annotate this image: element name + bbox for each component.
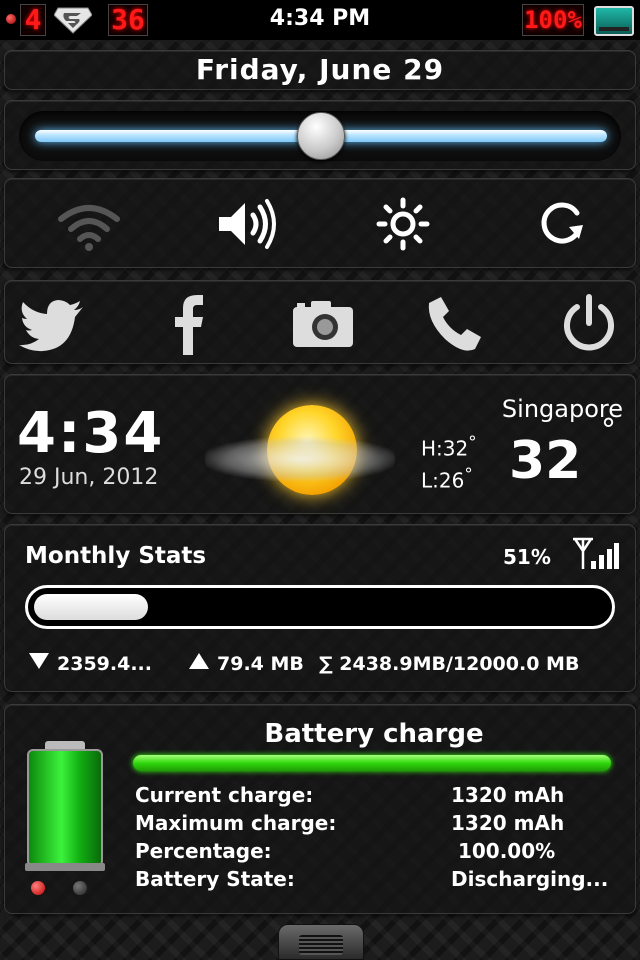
battery-widget: Battery charge Current charge: 1320 mAh …: [4, 704, 636, 914]
battery-row-value: 1320 mAh: [451, 811, 565, 835]
facebook-icon[interactable]: [147, 289, 227, 359]
led-battery-readout: 100%: [522, 4, 584, 36]
wifi-icon[interactable]: [49, 189, 129, 259]
clock-weather-widget[interactable]: 4:34 29 Jun, 2012 Singapore H:32° L:26° …: [4, 374, 636, 514]
total-stat: ∑ 2438.9MB/12000.0 MB: [319, 653, 580, 675]
weather-current-temp: 32: [509, 431, 582, 491]
slider-groove: [19, 111, 621, 161]
volume-icon[interactable]: [205, 189, 285, 259]
brightness-icon[interactable]: [363, 189, 443, 259]
monthly-stats-widget: Monthly Stats 51% 2359.4... 79.4 MB ∑ 24…: [4, 524, 636, 692]
cell-signal-icon: [573, 537, 619, 569]
battery-row-label: Current charge:: [135, 783, 314, 807]
clock-time: 4:34: [17, 401, 165, 466]
phone-icon[interactable]: [415, 289, 495, 359]
charging-led-off-icon: [73, 881, 87, 895]
charging-led-red-icon: [31, 881, 45, 895]
settings-toggles: [4, 178, 636, 268]
battery-icon: [27, 749, 103, 867]
weather-high: H:32°: [421, 433, 477, 461]
stats-title: Monthly Stats: [25, 543, 207, 569]
weather-low: L:26°: [421, 465, 473, 493]
brightness-slider-panel: [4, 100, 636, 170]
download-arrow-icon: [29, 653, 49, 669]
battery-row-label: Percentage:: [135, 839, 272, 863]
download-stat: 2359.4...: [29, 653, 152, 675]
battery-charge-bar: [133, 755, 611, 771]
data-usage-fill: [34, 594, 148, 620]
twitter-icon[interactable]: [13, 289, 93, 359]
brightness-slider-knob[interactable]: [297, 112, 345, 160]
date-bar: Friday, June 29: [4, 50, 636, 90]
cloud-icon: [205, 437, 395, 481]
temp-unit-symbol: °: [601, 413, 616, 448]
status-bar: 4 36 4:34 PM 100%: [0, 0, 640, 40]
drawer-handle[interactable]: [278, 924, 364, 960]
battery-row-label: Maximum charge:: [135, 811, 337, 835]
app-shortcuts: [4, 280, 636, 364]
clock-date: 29 Jun, 2012: [19, 465, 159, 490]
upload-arrow-icon: [189, 653, 209, 669]
power-icon[interactable]: [549, 289, 629, 359]
battery-row-value: 1320 mAh: [451, 783, 565, 807]
stats-percent: 51%: [503, 545, 551, 569]
camera-icon[interactable]: [283, 289, 363, 359]
battery-row-value: Discharging...: [451, 867, 609, 891]
rotation-lock-icon[interactable]: [521, 189, 601, 259]
battery-row-label: Battery State:: [135, 867, 295, 891]
battery-base: [25, 863, 105, 871]
monitor-icon[interactable]: [594, 6, 634, 36]
data-usage-bar: [25, 585, 615, 629]
battery-row-value: 100.00%: [451, 839, 556, 863]
upload-stat: 79.4 MB: [189, 653, 304, 675]
battery-title: Battery charge: [264, 719, 484, 749]
